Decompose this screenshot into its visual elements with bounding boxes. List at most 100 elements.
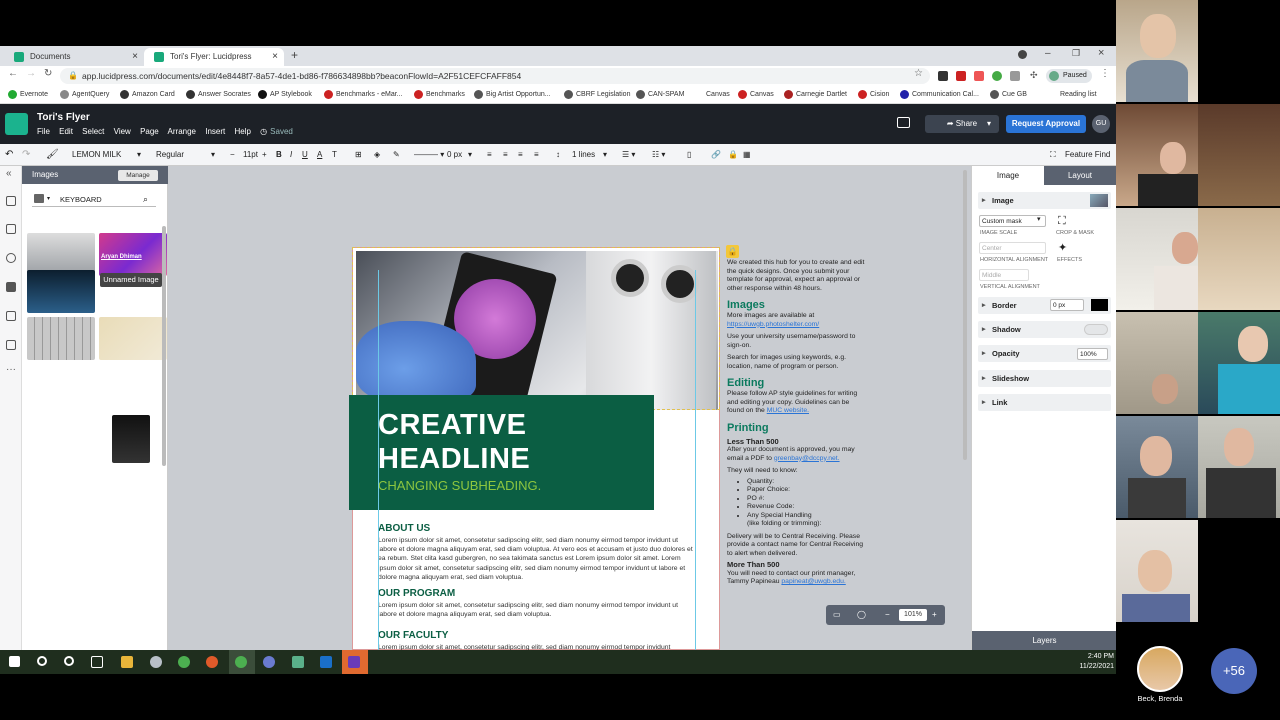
align-center-icon[interactable]: ≡	[503, 144, 508, 166]
app-icon[interactable]	[263, 656, 275, 668]
canvas-scrollbar[interactable]	[963, 170, 967, 460]
zoom-out-icon[interactable]: −	[885, 605, 890, 625]
bookmark-item[interactable]: Carnegie Dartlet	[784, 86, 847, 103]
back-icon[interactable]: ←	[8, 68, 18, 79]
app-icon[interactable]	[150, 656, 162, 668]
kebab-menu-icon[interactable]: ⋮	[1100, 68, 1110, 79]
binoculars-icon[interactable]: ⛶	[1050, 144, 1056, 166]
font-family-select[interactable]: LEMON MILK	[72, 144, 121, 166]
program-text[interactable]: Lorem ipsum dolor sit amet, consetetur s…	[378, 601, 696, 619]
bookmark-item[interactable]: Reading list	[1060, 86, 1097, 103]
source-icon[interactable]	[34, 194, 44, 203]
bookmark-star-icon[interactable]: ☆	[914, 68, 923, 79]
bookmark-item[interactable]: Cue GB	[990, 86, 1027, 103]
decrease-size-icon[interactable]: −	[230, 144, 235, 166]
fill-color-icon[interactable]: ◈	[374, 144, 380, 166]
tab-image[interactable]: Image	[972, 166, 1044, 185]
bookmark-item[interactable]: Benchmarks - eMar...	[324, 86, 403, 103]
extension-icon[interactable]	[938, 71, 948, 81]
menu-edit[interactable]: Edit	[59, 127, 73, 136]
headline-text[interactable]: CREATIVE HEADLINE	[378, 408, 530, 476]
increase-size-icon[interactable]: +	[262, 144, 267, 166]
effects-icon[interactable]: ✦	[1058, 241, 1067, 254]
tab-toris-flyer[interactable]: Tori's Flyer: Lucidpress ×	[144, 48, 284, 66]
line-width-input[interactable]: 0 px	[447, 144, 462, 166]
faculty-heading[interactable]: OUR FACULTY	[378, 630, 448, 641]
extension-icon[interactable]	[956, 71, 966, 81]
crop-icon[interactable]: ⊞	[355, 144, 362, 166]
puzzle-icon[interactable]: ✣	[1030, 70, 1038, 81]
redo-icon[interactable]: ↷	[22, 144, 30, 166]
chevron-down-icon[interactable]: ▾	[603, 144, 607, 166]
table-icon[interactable]	[6, 311, 16, 321]
bookmark-item[interactable]: Evernote	[8, 86, 48, 103]
line-style-select[interactable]: ——— ▾	[414, 144, 444, 166]
bookmark-item[interactable]: Amazon Card	[120, 86, 175, 103]
menu-view[interactable]: View	[114, 127, 131, 136]
link-section[interactable]: Link	[978, 394, 1111, 411]
menu-insert[interactable]: Insert	[205, 127, 225, 136]
app-icon[interactable]	[292, 656, 304, 668]
bookmark-item[interactable]: Canvas	[706, 86, 730, 103]
program-heading[interactable]: OUR PROGRAM	[378, 588, 455, 599]
lock-icon[interactable]: 🔒	[726, 245, 739, 258]
menu-page[interactable]: Page	[140, 127, 159, 136]
teams-icon[interactable]	[348, 656, 360, 668]
align-right-icon[interactable]: ≡	[518, 144, 523, 166]
undo-icon[interactable]: ↶	[5, 144, 13, 166]
layers-button[interactable]: Layers	[972, 631, 1116, 650]
link-icon[interactable]: 🔗	[711, 144, 721, 166]
bookmark-item[interactable]: Canvas	[738, 86, 774, 103]
tab-layout[interactable]: Layout	[1044, 166, 1116, 185]
feature-find-button[interactable]: Feature Find	[1065, 144, 1110, 166]
line-spacing-icon[interactable]: ↕	[556, 144, 560, 166]
bookmark-item[interactable]: Benchmarks	[414, 86, 465, 103]
bookmark-item[interactable]: AgentQuery	[60, 86, 109, 103]
menu-arrange[interactable]: Arrange	[168, 127, 196, 136]
bookmark-item[interactable]: Answer Socrates	[186, 86, 251, 103]
image-thumbnail[interactable]: Aryan Dhiman	[99, 233, 167, 276]
align-left-icon[interactable]: ≡	[487, 144, 492, 166]
extension-icon[interactable]	[1010, 71, 1020, 81]
search-icon[interactable]: ⌕	[143, 192, 148, 207]
opacity-input[interactable]: 100%	[1077, 348, 1108, 360]
about-heading[interactable]: ABOUT US	[378, 523, 430, 534]
url-field[interactable]: 🔒 app.lucidpress.com/documents/edit/4e84…	[60, 68, 930, 84]
about-text[interactable]: Lorem ipsum dolor sit amet, consetetur s…	[378, 536, 696, 582]
mask-select[interactable]: Custom mask	[979, 215, 1046, 227]
vertical-alignment-select[interactable]: Middle	[979, 269, 1029, 281]
tab-documents[interactable]: Documents ×	[4, 48, 144, 66]
bullet-list-icon[interactable]: ☰ ▾	[622, 144, 635, 166]
menu-file[interactable]: File	[37, 127, 50, 136]
horizontal-alignment-select[interactable]: Center	[979, 242, 1046, 254]
border-color-swatch[interactable]	[1091, 299, 1108, 311]
new-tab-icon[interactable]: +	[291, 48, 298, 62]
more-icon[interactable]: ···	[6, 364, 16, 375]
lucidpress-logo-icon[interactable]	[5, 113, 28, 135]
chrome-icon[interactable]	[178, 656, 190, 668]
pages-icon[interactable]	[6, 196, 16, 206]
manage-button[interactable]: Manage	[118, 170, 158, 181]
text-icon[interactable]	[6, 224, 16, 234]
extension-icon[interactable]	[992, 71, 1002, 81]
bookmark-item[interactable]: Communication Cal...	[900, 86, 979, 103]
app-icon[interactable]	[206, 656, 218, 668]
italic-icon[interactable]: I	[290, 144, 292, 166]
forward-icon[interactable]: →	[26, 68, 36, 79]
outlook-icon[interactable]	[320, 656, 332, 668]
avatar[interactable]: GU	[1092, 115, 1110, 133]
shapes-icon[interactable]	[6, 253, 16, 263]
bookmark-item[interactable]: AP Stylebook	[258, 86, 312, 103]
text-style-icon[interactable]: T	[332, 144, 337, 166]
system-clock[interactable]: 2:40 PM 11/22/2021	[1070, 652, 1114, 672]
integrations-icon[interactable]	[6, 340, 16, 350]
reload-icon[interactable]: ↻	[44, 68, 52, 79]
crop-icon[interactable]: ⛶	[1058, 215, 1066, 228]
zoom-level[interactable]: 101%	[899, 609, 927, 621]
file-explorer-icon[interactable]	[121, 656, 133, 668]
chevron-down-icon[interactable]: ▾	[468, 144, 472, 166]
line-spacing-select[interactable]: 1 lines	[572, 144, 595, 166]
history-icon[interactable]: ◷	[260, 127, 267, 136]
bold-icon[interactable]: B	[276, 144, 282, 166]
chrome-icon[interactable]	[235, 656, 247, 668]
